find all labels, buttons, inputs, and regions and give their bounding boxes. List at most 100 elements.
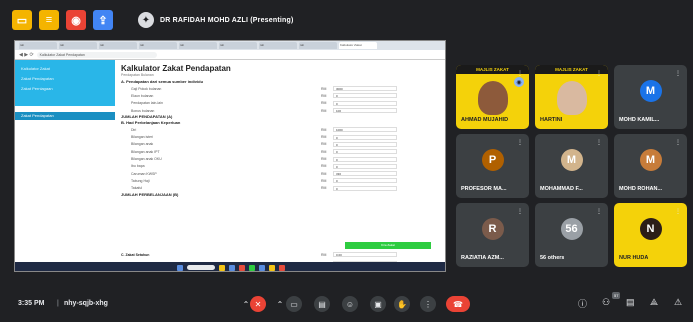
top-bar: ▭ ≡ ◉ ⇪ ✦ DR RAFIDAH MOHD AZLI (Presenti… xyxy=(0,0,693,40)
info-icon[interactable]: ⓘ xyxy=(578,297,587,310)
amount-input: 0 xyxy=(333,134,397,140)
amount-input: 0 xyxy=(333,185,397,191)
row-label: Pendapatan lain-lain xyxy=(131,101,163,106)
meeting-code: nhy-sqjb-xhg xyxy=(64,300,108,307)
nav-arrows-icon: ◀ ▶ ⟳ xyxy=(19,51,34,58)
row-label: Gaji Pokok bulanan xyxy=(131,86,162,91)
avatar: 56 xyxy=(560,217,583,240)
tile-options-icon[interactable]: ⋮ xyxy=(596,139,602,146)
amount-input: 0 xyxy=(333,156,397,162)
avatar: M xyxy=(560,148,583,171)
participant-name: AHMAD MUJAHID xyxy=(461,117,509,123)
chat-icon[interactable]: ▤ xyxy=(626,297,635,308)
emoji-icon[interactable]: ☺ xyxy=(342,296,358,312)
participant-tile[interactable]: M ⋮ MOHD ROHAN... xyxy=(614,134,687,198)
tile-options-icon[interactable]: ⋮ xyxy=(596,208,602,215)
currency-label: RM xyxy=(321,178,327,183)
participant-name: 56 others xyxy=(540,255,565,261)
form-row: Bilangan isteri RM 0 xyxy=(121,133,441,140)
participant-video xyxy=(477,81,508,116)
tile-options-icon[interactable]: ⋮ xyxy=(675,139,681,146)
participant-tile[interactable]: M ⋮ MOHD KAMIL... xyxy=(614,65,687,129)
amount-input: 3000 xyxy=(333,86,397,92)
currency-label: RM xyxy=(321,164,327,169)
present-screen-icon: ✦ xyxy=(138,12,154,28)
sidebar-block: Kalkulator Zakat Zakat Pendapatan Zakat … xyxy=(15,60,115,106)
search-icon xyxy=(187,265,215,270)
participant-tile[interactable]: MAJLIS ZAKAT ⋮ HARTINI xyxy=(535,65,608,129)
tile-options-icon[interactable]: ⋮ xyxy=(675,70,681,77)
participant-tile[interactable]: R ⋮ RAZIATIA AZM... xyxy=(456,203,529,267)
app-icon xyxy=(239,264,245,271)
shared-screen: tab tab tab tab tab tab tab tab Kalkulator Zakat… xyxy=(14,40,446,272)
participant-tile[interactable]: P ⋮ PROFESOR MA... xyxy=(456,134,529,198)
sidebar-item: Kalkulator Zakat xyxy=(21,66,50,71)
currency-label: RM xyxy=(321,108,327,113)
camera-icon[interactable]: ▭ xyxy=(286,296,302,312)
currency-label: RM xyxy=(321,252,327,257)
amount-input: 330 xyxy=(333,171,397,177)
participant-video xyxy=(556,81,587,116)
browser-tab: tab xyxy=(299,42,337,49)
web-page: Kalkulator Zakat Zakat Pendapatan Zakat … xyxy=(15,60,445,271)
lock-icon[interactable]: ⚠ xyxy=(674,297,682,308)
sidebar-item: Zakat Perniagaan xyxy=(21,86,53,91)
participant-tile[interactable]: N ⋮ NUR HUDA xyxy=(614,203,687,267)
tile-options-icon[interactable]: ⋮ xyxy=(517,70,523,77)
form-row: Ibu bapa RM 0 xyxy=(121,163,441,170)
mic-off-icon[interactable]: ✕ xyxy=(250,296,266,312)
bottom-bar: 3:35 PM | nhy-sqjb-xhg ⌃ ✕ ⌃ ▭ ▤ ☺ ▣ ✋ ⋮… xyxy=(0,282,693,322)
captions-icon[interactable]: ▤ xyxy=(314,296,330,312)
url-field: Kalkulator Zakat Pendapatan xyxy=(36,51,157,58)
participant-tile[interactable]: M ⋮ MOHAMMAD F... xyxy=(535,134,608,198)
people-icon[interactable]: ⚇ xyxy=(602,297,610,308)
participant-name: PROFESOR MA... xyxy=(461,186,507,192)
browser-tab: tab xyxy=(99,42,137,49)
app-icon xyxy=(249,264,255,271)
currency-label: RM xyxy=(321,149,327,154)
present-screen-icon[interactable]: ▣ xyxy=(370,296,386,312)
form-row: Bilangan anak RM 0 xyxy=(121,141,441,148)
form-row: Gaji Pokok bulanan RM 3000 xyxy=(121,85,441,92)
currency-label: RM xyxy=(321,86,327,91)
row-label: Bilangan anak OKU xyxy=(131,157,162,162)
participant-name: RAZIATIA AZM... xyxy=(461,255,504,261)
result-value: 0.00 xyxy=(333,252,397,257)
activities-icon[interactable]: ⟁ xyxy=(650,297,658,308)
form-row: Diri RM 1000 xyxy=(121,126,441,133)
meet-window: ▭ ≡ ◉ ⇪ ✦ DR RAFIDAH MOHD AZLI (Presenti… xyxy=(0,0,693,322)
windows-taskbar xyxy=(15,262,445,271)
amount-input: 0 xyxy=(333,100,397,106)
currency-label: RM xyxy=(321,142,327,147)
more-options-icon[interactable]: ⋮ xyxy=(420,296,436,312)
currency-label: RM xyxy=(321,127,327,132)
chat-icon[interactable]: ▭ xyxy=(12,10,32,30)
form-row: Tabung Haji RM 0 xyxy=(121,177,441,184)
present-icon[interactable]: ⇪ xyxy=(93,10,113,30)
separator: | xyxy=(57,300,59,307)
form-row: Pendapatan lain-lain RM 0 xyxy=(121,100,441,107)
speaking-indicator-icon: ◉ xyxy=(514,77,524,87)
participant-tile[interactable]: MAJLIS ZAKAT ◉ ⋮ AHMAD MUJAHID xyxy=(456,65,529,129)
form-row: Bilangan anak IPT RM 0 xyxy=(121,148,441,155)
form-row: Bonus bulanan RM 100 xyxy=(121,107,441,114)
row-label: Takaful xyxy=(131,186,143,191)
avatar: M xyxy=(639,79,662,102)
clock: 3:35 PM xyxy=(18,300,45,307)
amount-input: 0 xyxy=(333,149,397,155)
tile-options-icon[interactable]: ⋮ xyxy=(675,208,681,215)
leave-call-icon[interactable]: ☎ xyxy=(446,296,470,312)
row-label: Tabung Haji xyxy=(131,178,150,183)
raise-hand-icon[interactable]: ≡ xyxy=(39,10,59,30)
tile-options-icon[interactable]: ⋮ xyxy=(517,208,523,215)
tile-options-icon[interactable]: ⋮ xyxy=(517,139,523,146)
record-icon[interactable]: ◉ xyxy=(66,10,86,30)
browser-tabs: tab tab tab tab tab tab tab tab Kalkulator Zakat xyxy=(15,41,445,50)
row-label: Diri xyxy=(131,127,137,132)
participant-tile[interactable]: 56 ⋮ 56 others xyxy=(535,203,608,267)
raise-hand-icon[interactable]: ✋ xyxy=(394,296,410,312)
tile-options-icon[interactable]: ⋮ xyxy=(596,70,602,77)
app-icon xyxy=(259,264,265,271)
currency-label: RM xyxy=(321,157,327,162)
form-row: Bilangan anak OKU RM 0 xyxy=(121,155,441,162)
